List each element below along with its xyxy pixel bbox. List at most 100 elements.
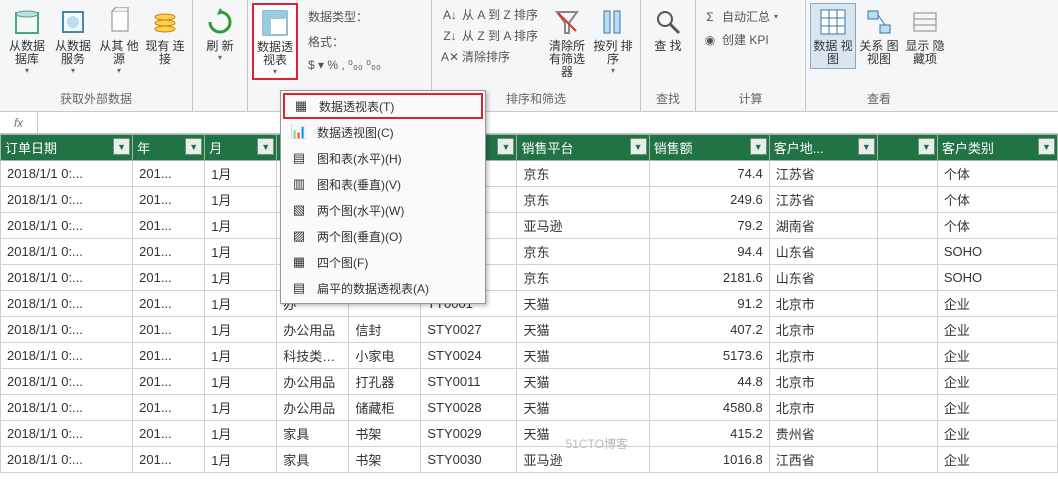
cell[interactable]: 2018/1/1 0:...	[1, 395, 133, 421]
cell[interactable]: 201...	[133, 291, 205, 317]
cell[interactable]: 2018/1/1 0:...	[1, 161, 133, 187]
menu-item[interactable]: 📊数据透视图(C)	[283, 119, 483, 145]
find-button[interactable]: 查 找	[645, 3, 691, 56]
cell[interactable]: 1月	[205, 395, 277, 421]
cell[interactable]: 家具	[277, 447, 349, 473]
cell[interactable]: 1月	[205, 369, 277, 395]
cell[interactable]: STY0027	[421, 317, 517, 343]
sort-by-column-button[interactable]: 按列 排序▾	[590, 3, 636, 78]
cell[interactable]	[877, 161, 937, 187]
cell[interactable]: 201...	[133, 343, 205, 369]
cell[interactable]: 打孔器	[349, 369, 421, 395]
column-header[interactable]: 销售额▼	[649, 135, 769, 161]
cell[interactable]: 京东	[517, 239, 649, 265]
cell[interactable]: 企业	[937, 447, 1057, 473]
column-header[interactable]: 客户地...▼	[769, 135, 877, 161]
filter-button[interactable]: ▼	[113, 138, 130, 155]
cell[interactable]: 201...	[133, 421, 205, 447]
cell[interactable]	[877, 239, 937, 265]
cell[interactable]: 5173.6	[649, 343, 769, 369]
cell[interactable]: 个体	[937, 161, 1057, 187]
cell[interactable]: 94.4	[649, 239, 769, 265]
column-header[interactable]: 销售平台▼	[517, 135, 649, 161]
cell[interactable]	[877, 395, 937, 421]
cell[interactable]: 74.4	[649, 161, 769, 187]
cell[interactable]: 201...	[133, 369, 205, 395]
cell[interactable]: 1月	[205, 421, 277, 447]
filter-button[interactable]: ▼	[185, 138, 202, 155]
filter-button[interactable]: ▼	[1038, 138, 1055, 155]
filter-button[interactable]: ▼	[257, 138, 274, 155]
cell[interactable]	[877, 421, 937, 447]
sort-za-button[interactable]: Z↓从 Z 到 A 排序	[440, 26, 540, 45]
menu-item[interactable]: ▤扁平的数据透视表(A)	[283, 275, 483, 301]
cell[interactable]: 201...	[133, 447, 205, 473]
filter-button[interactable]: ▼	[750, 138, 767, 155]
cell[interactable]: 201...	[133, 187, 205, 213]
cell[interactable]: 201...	[133, 317, 205, 343]
cell[interactable]	[877, 291, 937, 317]
cell[interactable]: 2018/1/1 0:...	[1, 213, 133, 239]
cell[interactable]: STY0028	[421, 395, 517, 421]
cell[interactable]	[877, 265, 937, 291]
cell[interactable]: 江西省	[769, 447, 877, 473]
cell[interactable]: 2018/1/1 0:...	[1, 239, 133, 265]
cell[interactable]: 91.2	[649, 291, 769, 317]
cell[interactable]: 2018/1/1 0:...	[1, 343, 133, 369]
from-data-service-button[interactable]: 从数据 服务▾	[50, 3, 96, 78]
cell[interactable]: 201...	[133, 213, 205, 239]
data-type-row[interactable]: 数据类型：	[306, 7, 370, 26]
cell[interactable]: 1月	[205, 317, 277, 343]
cell[interactable]: 2018/1/1 0:...	[1, 265, 133, 291]
cell[interactable]: 山东省	[769, 239, 877, 265]
cell[interactable]	[877, 343, 937, 369]
cell[interactable]: 湖南省	[769, 213, 877, 239]
cell[interactable]: 江苏省	[769, 187, 877, 213]
create-kpi-button[interactable]: ◉创建 KPI	[700, 30, 771, 49]
cell[interactable]: 2018/1/1 0:...	[1, 291, 133, 317]
cell[interactable]: 2018/1/1 0:...	[1, 187, 133, 213]
cell[interactable]: STY0024	[421, 343, 517, 369]
cell[interactable]: 天猫	[517, 291, 649, 317]
cell[interactable]: 天猫	[517, 369, 649, 395]
cell[interactable]: 2018/1/1 0:...	[1, 317, 133, 343]
cell[interactable]: 小家电	[349, 343, 421, 369]
cell[interactable]: 201...	[133, 239, 205, 265]
cell[interactable]: 北京市	[769, 317, 877, 343]
filter-button[interactable]: ▼	[858, 138, 875, 155]
cell[interactable]: STY0029	[421, 421, 517, 447]
cell[interactable]: 2018/1/1 0:...	[1, 447, 133, 473]
cell[interactable]: 书架	[349, 421, 421, 447]
cell[interactable]: 天猫	[517, 343, 649, 369]
format-row[interactable]: 格式：	[306, 32, 346, 51]
cell[interactable]: 个体	[937, 213, 1057, 239]
cell[interactable]: 1016.8	[649, 447, 769, 473]
menu-item[interactable]: ▦四个图(F)	[283, 249, 483, 275]
cell[interactable]: 201...	[133, 395, 205, 421]
cell[interactable]: 天猫	[517, 395, 649, 421]
cell[interactable]: 京东	[517, 265, 649, 291]
cell[interactable]: 2018/1/1 0:...	[1, 369, 133, 395]
column-header[interactable]: 年▼	[133, 135, 205, 161]
filter-button[interactable]: ▼	[918, 138, 935, 155]
cell[interactable]: 北京市	[769, 395, 877, 421]
cell[interactable]: SOHO	[937, 265, 1057, 291]
cell[interactable]: 1月	[205, 343, 277, 369]
cell[interactable]	[877, 317, 937, 343]
cell[interactable]: 办公用品	[277, 369, 349, 395]
cell[interactable]: STY0011	[421, 369, 517, 395]
data-view-button[interactable]: 数据 视图	[810, 3, 856, 69]
cell[interactable]: 企业	[937, 395, 1057, 421]
cell[interactable]: 249.6	[649, 187, 769, 213]
cell[interactable]: 415.2	[649, 421, 769, 447]
sort-az-button[interactable]: A↓从 A 到 Z 排序	[440, 5, 540, 24]
cell[interactable]	[877, 213, 937, 239]
cell[interactable]: 1月	[205, 161, 277, 187]
cell[interactable]: 信封	[349, 317, 421, 343]
cell[interactable]: 79.2	[649, 213, 769, 239]
refresh-button[interactable]: 刷 新▾	[197, 3, 243, 65]
auto-sum-button[interactable]: Σ自动汇总 ▾	[700, 7, 780, 26]
cell[interactable]: 书架	[349, 447, 421, 473]
clear-all-filters-button[interactable]: 清除所 有筛选器	[544, 3, 590, 82]
cell[interactable]: 企业	[937, 369, 1057, 395]
